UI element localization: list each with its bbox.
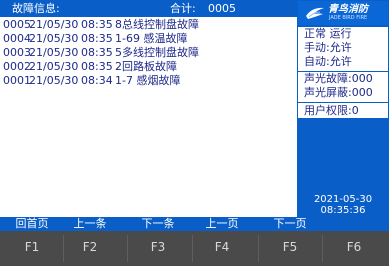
fault-list-header: 故障信息: 合计: 0005 [0, 0, 297, 17]
fault-total-label: 合计: [170, 2, 196, 15]
fault-id: 0003 [3, 46, 31, 59]
f6-key[interactable]: F6 [322, 239, 386, 255]
fault-time: 08:35 [81, 46, 113, 59]
logo-subtext: JADE BIRD FIRE [329, 15, 368, 21]
fault-time: 08:34 [81, 74, 113, 87]
function-key-bar: F1 F2 F3 F4 F5 F6 [0, 231, 389, 266]
user-level-box: 用户权限:0 [298, 103, 388, 118]
f4-key[interactable]: F4 [190, 239, 254, 255]
softkey-prev-page[interactable]: 上一页 [190, 217, 254, 231]
brand-logo: 青鸟消防 JADE BIRD FIRE [298, 1, 388, 25]
fault-description: 2回路板故障 [115, 60, 177, 73]
clock-time: 08:35:36 [320, 205, 366, 216]
softkey-prev-item[interactable]: 上一条 [58, 217, 122, 231]
fault-time: 08:35 [81, 32, 113, 45]
fault-total-value: 0005 [208, 2, 236, 15]
fault-row[interactable]: 0003 21/05/30 08:35 5多线控制盘故障 [3, 46, 295, 60]
fault-date: 21/05/30 [29, 60, 79, 73]
softkey-next-item[interactable]: 下一条 [126, 217, 190, 231]
fault-date: 21/05/30 [29, 46, 79, 59]
fault-row[interactable]: 0005 21/05/30 08:35 8总线控制盘故障 [3, 18, 295, 32]
fault-row[interactable]: 0004 21/05/30 08:35 1-69 感温故障 [3, 32, 295, 46]
fault-id: 0005 [3, 18, 31, 31]
softkey-home[interactable]: 回首页 [0, 217, 64, 231]
fault-description: 1-7 感烟故障 [115, 74, 181, 87]
fault-list-panel: 故障信息: 合计: 0005 0005 21/05/30 08:35 8总线控制… [0, 0, 297, 217]
fault-id: 0004 [3, 32, 31, 45]
fault-row[interactable]: 0001 21/05/30 08:34 1-7 感烟故障 [3, 74, 295, 88]
sound-light-box: 声光故障:000 声光屏蔽:000 [298, 72, 388, 102]
f2-key[interactable]: F2 [58, 239, 122, 255]
fault-list-title: 故障信息: [12, 2, 60, 15]
clock-date: 2021-05-30 [313, 194, 373, 205]
fault-row[interactable]: 0002 21/05/30 08:35 2回路板故障 [3, 60, 295, 74]
lcd-screen: 故障信息: 合计: 0005 0005 21/05/30 08:35 8总线控制… [0, 0, 389, 231]
auto-mode: 自动:允许 [304, 55, 352, 68]
fault-description: 5多线控制盘故障 [115, 46, 199, 59]
f1-key[interactable]: F1 [0, 239, 64, 255]
manual-mode: 手动:允许 [304, 41, 352, 54]
run-state: 正常 运行 [304, 27, 352, 40]
system-state-box: 正常 运行 手动:允许 自动:允许 [298, 27, 388, 71]
f5-key[interactable]: F5 [258, 239, 322, 255]
clock: 2021-05-30 08:35:36 [298, 194, 388, 216]
fault-time: 08:35 [81, 18, 113, 31]
fault-description: 8总线控制盘故障 [115, 18, 199, 31]
fault-date: 21/05/30 [29, 18, 79, 31]
fault-id: 0002 [3, 60, 31, 73]
status-panel: 青鸟消防 JADE BIRD FIRE 正常 运行 手动:允许 自动:允许 声光… [297, 0, 389, 217]
bird-logo-icon [306, 7, 324, 19]
logo-text: 青鸟消防 [328, 4, 368, 15]
fault-date: 21/05/30 [29, 74, 79, 87]
user-level: 用户权限:0 [304, 104, 359, 117]
fault-id: 0001 [3, 74, 31, 87]
f3-key[interactable]: F3 [126, 239, 190, 255]
fault-time: 08:35 [81, 60, 113, 73]
sound-light-fault: 声光故障:000 [304, 72, 373, 85]
fault-description: 1-69 感温故障 [115, 32, 188, 45]
softkey-label-bar: 回首页 上一条 下一条 上一页 下一页 [0, 217, 389, 231]
softkey-next-page[interactable]: 下一页 [258, 217, 322, 231]
sound-light-mask: 声光屏蔽:000 [304, 86, 373, 99]
fault-date: 21/05/30 [29, 32, 79, 45]
